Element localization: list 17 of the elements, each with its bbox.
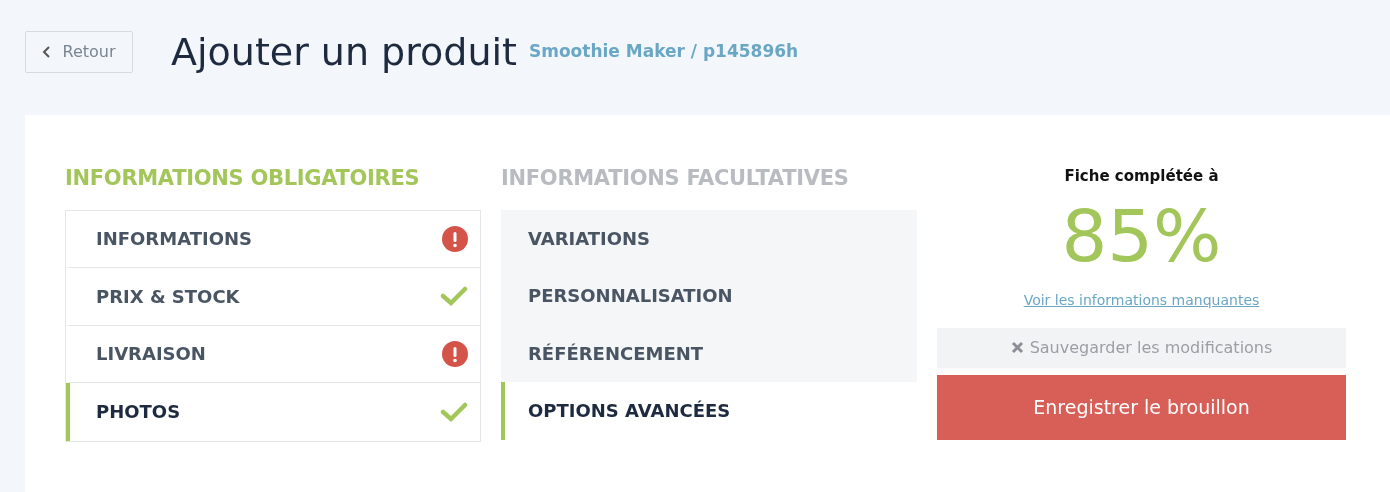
section-tab[interactable]: PHOTOS — [66, 383, 480, 441]
section-tab[interactable]: RÉFÉRENCEMENT — [501, 324, 917, 382]
section-tab[interactable]: VARIATIONS — [501, 209, 917, 267]
product-path: Smoothie Maker / p145896h — [528, 40, 799, 64]
close-icon — [1010, 341, 1024, 354]
save-draft-button[interactable]: Enregistrer le brouillon — [937, 374, 1346, 440]
back-button[interactable]: Retour — [25, 31, 133, 73]
chevron-left-icon — [42, 45, 53, 59]
section-tab[interactable]: LIVRAISON — [66, 325, 480, 383]
section-tab[interactable]: INFORMATIONS — [66, 210, 480, 268]
section-tab[interactable]: PERSONNALISATION — [501, 267, 917, 325]
completion-label: Fiche complétée à — [1063, 166, 1220, 187]
completion-percent: 85% — [1060, 199, 1223, 272]
section-heading: INFORMATIONS FACULTATIVES — [501, 165, 850, 192]
section-tab[interactable]: PRIX & STOCK — [66, 268, 480, 326]
page-title: Ajouter un produit — [171, 33, 517, 71]
section-heading: INFORMATIONS OBLIGATOIRES — [65, 165, 421, 192]
